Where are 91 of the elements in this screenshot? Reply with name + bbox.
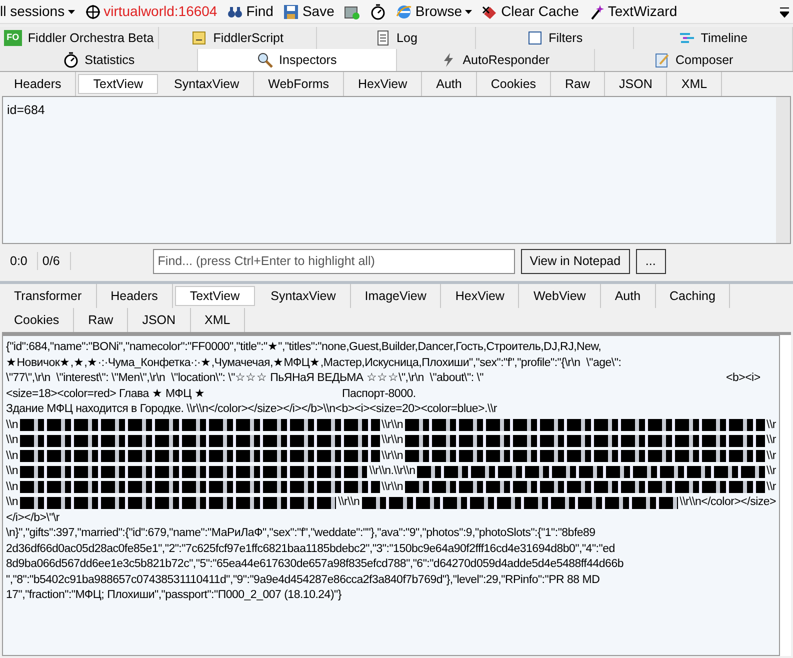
response-text: \\r\\n [382,448,404,464]
match-count: 0/6 [37,252,71,270]
main-tab[interactable]: Timeline [634,27,793,49]
response-text: \\n [6,480,18,494]
response-text: ★Новичок★,★,★·:·Чума_Конфетка·:·★,Чумачечая,★МФЦ★,Мастер,Искусница,Плохиши","sex":"f","profile":"{\r\n \"age\": [6,356,622,370]
overflow-caret-icon[interactable] [780,6,789,18]
response-text: \\n [6,495,18,510]
response-text: \\r [766,448,776,464]
inspector-tab[interactable]: Auth [422,72,477,96]
toolbar-button[interactable]: virtualworld:16604 [84,1,218,22]
inspector-tab[interactable]: Transformer [0,284,97,308]
response-text: \\r\\n [382,418,404,432]
response-text: \n}","gifts":397,"married":{"id":679,"name":"МаРиЛаФ","sex":"f","weddate":""},"ava":"9","photos":9,"photoSlots":{"1":"8bfe89 [6,526,596,541]
toolbar-button[interactable]: Save [283,1,334,22]
response-text: \\r\\n [382,433,404,448]
inspector-tab[interactable]: SyntaxView [160,72,254,96]
inspector-tab[interactable]: JSON [128,308,191,332]
response-text: <size=18><color=red> Глава ★ МФЦ ★ Паспорт-8000. [6,386,416,402]
caret-icon [465,10,472,14]
toolbar-icon-button[interactable] [370,4,386,20]
response-text: \\n [6,418,18,432]
inspector-tab[interactable]: JSON [605,72,668,96]
inspector-tab[interactable]: Raw [551,72,606,96]
main-tab[interactable]: Inspectors [198,49,396,71]
logo-icon: FO [4,30,22,46]
toolbar-button[interactable]: Browse [396,1,472,22]
inspector-tab[interactable]: XML [190,308,246,332]
main-tab[interactable]: Filters [476,27,634,49]
stopwatch-icon [62,52,79,68]
response-text: \\n [6,433,18,448]
response-text: Здание МФЦ находится в Городке. \\r\\n</color></size></i></b>\\n<b><i><size=20><color=blue>.\\r [6,402,497,417]
find-field[interactable]: Find... (press Ctrl+Enter to highlight all) [152,248,515,274]
view-in-notepad-button[interactable]: View in Notepad [520,248,630,274]
crosshair-icon [84,4,101,20]
inspector-tab[interactable]: ImageView [350,284,442,308]
response-text: \\n [6,448,18,464]
inspector-tab[interactable]: Headers [0,72,76,96]
main-tab[interactable]: Statistics [0,49,198,71]
inspector-tab[interactable]: WebForms [254,72,344,96]
inspector-tab[interactable]: Raw [74,308,128,332]
inspector-tab[interactable]: Headers [96,284,173,308]
document-icon [374,30,391,46]
response-text: \"77\",\r\n \"interest\": \"Men\",\r\n \"location\": \"☆☆☆ ПьЯНаЯ ВЕДЬМА ☆☆☆\",\r\n \"about\": \" <b><i> [6,371,760,386]
toolbar-button[interactable]: TextWizard [588,1,678,22]
response-text: 17","fraction":"МФЦ; Плохиши","passport":"П000_2_007 (18.10.24)"} [6,588,342,603]
response-text: </i></b>\"\r [6,510,60,526]
notepad-pencil-icon [654,52,670,68]
stopwatch-icon [370,4,386,20]
scroll-icon [191,30,208,46]
response-text: \\r\\n</color></size> [680,495,776,510]
inspector-tab[interactable]: TextView [78,74,158,94]
wand-icon [588,4,605,20]
globe-icon [396,4,412,20]
response-text: \\r\\n [382,480,404,494]
inspector-tab[interactable]: TextView [174,286,255,306]
inspector-tab[interactable]: Caching [656,284,730,308]
inspector-tab[interactable]: Auth [600,284,656,308]
inspector-tab[interactable]: Cookies [0,308,74,332]
response-text: \\r [766,480,776,494]
toolbar-button[interactable]: Find [227,1,274,22]
main-tab[interactable]: FiddlerScript [158,27,318,49]
response-text: \\r [766,464,776,479]
response-text: {"id":684,"name":"BONi","namecolor":"FF0000","title":"★","titles":"none,Guest,Builder,Dancer,Гость,Строитель,DJ,RJ,New, [6,340,602,355]
cursor-position: 0:0 [9,252,28,270]
more-button[interactable]: ... [636,248,666,274]
main-tab[interactable]: AutoResponder [396,49,595,71]
toolbar-button[interactable]: ll sessions [0,1,75,22]
response-text: 2d36df66d0ac05d28ac0fe85e1","2":"7c625fcf97e1ffc6821baa1185bdebc2","3":"150bc9e64a90f2fff16cd4e31694d8b0","4":"ed [6,542,615,556]
response-text: 8d9ba066d567dd6ee1e3c5b821b72c","5":"65ea44e617630de657a98f835efcd788","6":"d64270d059d4adde5d4e5488ff44d66b [6,557,624,572]
inspector-tab[interactable]: XML [667,72,722,96]
inspector-tab[interactable]: Cookies [476,72,552,96]
main-tab[interactable]: Log [317,27,476,49]
magnifier-icon [257,52,274,68]
inspector-tab[interactable]: SyntaxView [256,284,351,308]
eraser-x-icon [482,4,498,20]
response-text: ","8":"b5402c91ba988657c07438531110411d","9":"9a9e4d454287e86cca2f3a840f7b769d"},"level":29,"RPinfo":"PR 88 MD [6,572,600,588]
timeline-icon [678,30,695,46]
toolbar-button[interactable]: Clear Cache [482,1,579,22]
main-tab[interactable]: Composer [594,49,793,71]
main-tab[interactable]: FO Fiddler Orchestra Beta [0,27,159,49]
response-text: \\r\\n.\\r\\n [369,464,416,479]
inspector-tab[interactable]: HexView [441,284,520,308]
inspector-tab[interactable]: HexView [344,72,422,96]
checkbox-icon [526,30,543,46]
caret-icon [68,10,75,14]
inspector-tab[interactable]: WebView [519,284,601,308]
response-text: \\r\\n [338,495,360,510]
response-text: \\r [766,418,776,432]
response-text: \\n [6,464,18,479]
response-text: \\r [766,433,776,448]
request-text-area[interactable]: id=684 [3,97,776,243]
